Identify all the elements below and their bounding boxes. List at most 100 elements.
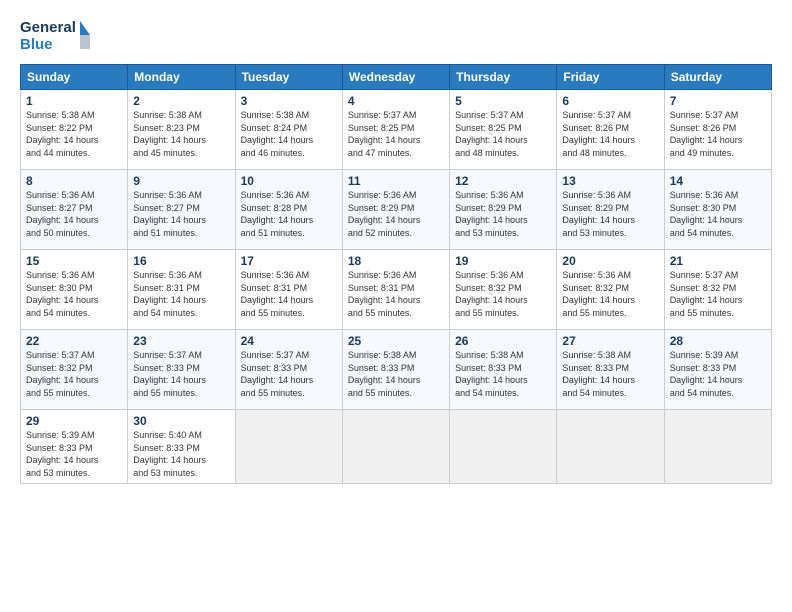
- day-number: 23: [133, 334, 229, 348]
- calendar-cell: 14Sunrise: 5:36 AMSunset: 8:30 PMDayligh…: [664, 170, 771, 250]
- day-info: Sunrise: 5:37 AMSunset: 8:25 PMDaylight:…: [455, 109, 551, 159]
- logo: General Blue: [20, 16, 90, 54]
- calendar-cell: [557, 410, 664, 484]
- day-info: Sunrise: 5:37 AMSunset: 8:33 PMDaylight:…: [241, 349, 337, 399]
- day-number: 19: [455, 254, 551, 268]
- calendar-cell: 24Sunrise: 5:37 AMSunset: 8:33 PMDayligh…: [235, 330, 342, 410]
- calendar-header-sunday: Sunday: [21, 65, 128, 90]
- day-number: 8: [26, 174, 122, 188]
- day-number: 18: [348, 254, 444, 268]
- calendar-header-monday: Monday: [128, 65, 235, 90]
- day-number: 22: [26, 334, 122, 348]
- day-number: 27: [562, 334, 658, 348]
- day-number: 9: [133, 174, 229, 188]
- page: General Blue SundayMondayTuesdayWednesda…: [0, 0, 792, 612]
- day-number: 11: [348, 174, 444, 188]
- day-info: Sunrise: 5:36 AMSunset: 8:32 PMDaylight:…: [455, 269, 551, 319]
- day-number: 28: [670, 334, 766, 348]
- day-number: 5: [455, 94, 551, 108]
- svg-text:Blue: Blue: [20, 36, 53, 53]
- day-number: 3: [241, 94, 337, 108]
- day-number: 2: [133, 94, 229, 108]
- day-info: Sunrise: 5:36 AMSunset: 8:31 PMDaylight:…: [133, 269, 229, 319]
- calendar-cell: 16Sunrise: 5:36 AMSunset: 8:31 PMDayligh…: [128, 250, 235, 330]
- day-info: Sunrise: 5:36 AMSunset: 8:31 PMDaylight:…: [348, 269, 444, 319]
- calendar-cell: 25Sunrise: 5:38 AMSunset: 8:33 PMDayligh…: [342, 330, 449, 410]
- calendar-cell: 4Sunrise: 5:37 AMSunset: 8:25 PMDaylight…: [342, 90, 449, 170]
- day-number: 24: [241, 334, 337, 348]
- calendar-header-saturday: Saturday: [664, 65, 771, 90]
- calendar-cell: [450, 410, 557, 484]
- calendar-cell: 22Sunrise: 5:37 AMSunset: 8:32 PMDayligh…: [21, 330, 128, 410]
- calendar-cell: 29Sunrise: 5:39 AMSunset: 8:33 PMDayligh…: [21, 410, 128, 484]
- day-info: Sunrise: 5:36 AMSunset: 8:30 PMDaylight:…: [26, 269, 122, 319]
- day-number: 13: [562, 174, 658, 188]
- day-number: 7: [670, 94, 766, 108]
- day-number: 15: [26, 254, 122, 268]
- calendar-cell: 26Sunrise: 5:38 AMSunset: 8:33 PMDayligh…: [450, 330, 557, 410]
- day-info: Sunrise: 5:36 AMSunset: 8:32 PMDaylight:…: [562, 269, 658, 319]
- day-info: Sunrise: 5:38 AMSunset: 8:33 PMDaylight:…: [348, 349, 444, 399]
- day-info: Sunrise: 5:38 AMSunset: 8:22 PMDaylight:…: [26, 109, 122, 159]
- calendar-header-thursday: Thursday: [450, 65, 557, 90]
- calendar-header-tuesday: Tuesday: [235, 65, 342, 90]
- day-info: Sunrise: 5:38 AMSunset: 8:23 PMDaylight:…: [133, 109, 229, 159]
- day-info: Sunrise: 5:36 AMSunset: 8:29 PMDaylight:…: [455, 189, 551, 239]
- day-number: 20: [562, 254, 658, 268]
- header: General Blue: [20, 16, 772, 54]
- day-info: Sunrise: 5:36 AMSunset: 8:27 PMDaylight:…: [26, 189, 122, 239]
- day-info: Sunrise: 5:37 AMSunset: 8:26 PMDaylight:…: [562, 109, 658, 159]
- day-number: 4: [348, 94, 444, 108]
- calendar-cell: 12Sunrise: 5:36 AMSunset: 8:29 PMDayligh…: [450, 170, 557, 250]
- day-number: 12: [455, 174, 551, 188]
- calendar-cell: 21Sunrise: 5:37 AMSunset: 8:32 PMDayligh…: [664, 250, 771, 330]
- day-info: Sunrise: 5:37 AMSunset: 8:25 PMDaylight:…: [348, 109, 444, 159]
- calendar-cell: 27Sunrise: 5:38 AMSunset: 8:33 PMDayligh…: [557, 330, 664, 410]
- calendar-cell: 23Sunrise: 5:37 AMSunset: 8:33 PMDayligh…: [128, 330, 235, 410]
- calendar-cell: 17Sunrise: 5:36 AMSunset: 8:31 PMDayligh…: [235, 250, 342, 330]
- day-info: Sunrise: 5:38 AMSunset: 8:33 PMDaylight:…: [562, 349, 658, 399]
- calendar-cell: 15Sunrise: 5:36 AMSunset: 8:30 PMDayligh…: [21, 250, 128, 330]
- logo-svg: General Blue: [20, 16, 90, 54]
- calendar-cell: 19Sunrise: 5:36 AMSunset: 8:32 PMDayligh…: [450, 250, 557, 330]
- day-info: Sunrise: 5:38 AMSunset: 8:33 PMDaylight:…: [455, 349, 551, 399]
- svg-text:General: General: [20, 19, 76, 36]
- calendar-cell: [664, 410, 771, 484]
- calendar-cell: 10Sunrise: 5:36 AMSunset: 8:28 PMDayligh…: [235, 170, 342, 250]
- day-info: Sunrise: 5:36 AMSunset: 8:29 PMDaylight:…: [348, 189, 444, 239]
- day-info: Sunrise: 5:36 AMSunset: 8:28 PMDaylight:…: [241, 189, 337, 239]
- day-info: Sunrise: 5:37 AMSunset: 8:32 PMDaylight:…: [26, 349, 122, 399]
- day-info: Sunrise: 5:36 AMSunset: 8:27 PMDaylight:…: [133, 189, 229, 239]
- calendar-cell: 30Sunrise: 5:40 AMSunset: 8:33 PMDayligh…: [128, 410, 235, 484]
- calendar-table: SundayMondayTuesdayWednesdayThursdayFrid…: [20, 64, 772, 484]
- day-number: 21: [670, 254, 766, 268]
- calendar-cell: 6Sunrise: 5:37 AMSunset: 8:26 PMDaylight…: [557, 90, 664, 170]
- day-info: Sunrise: 5:36 AMSunset: 8:29 PMDaylight:…: [562, 189, 658, 239]
- day-info: Sunrise: 5:37 AMSunset: 8:32 PMDaylight:…: [670, 269, 766, 319]
- calendar-cell: 8Sunrise: 5:36 AMSunset: 8:27 PMDaylight…: [21, 170, 128, 250]
- calendar-cell: 13Sunrise: 5:36 AMSunset: 8:29 PMDayligh…: [557, 170, 664, 250]
- day-number: 29: [26, 414, 122, 428]
- day-info: Sunrise: 5:38 AMSunset: 8:24 PMDaylight:…: [241, 109, 337, 159]
- day-number: 1: [26, 94, 122, 108]
- calendar-header-wednesday: Wednesday: [342, 65, 449, 90]
- calendar-cell: 2Sunrise: 5:38 AMSunset: 8:23 PMDaylight…: [128, 90, 235, 170]
- day-info: Sunrise: 5:39 AMSunset: 8:33 PMDaylight:…: [26, 429, 122, 479]
- calendar-header-row: SundayMondayTuesdayWednesdayThursdayFrid…: [21, 65, 772, 90]
- day-number: 16: [133, 254, 229, 268]
- calendar-header-friday: Friday: [557, 65, 664, 90]
- day-number: 14: [670, 174, 766, 188]
- calendar-cell: 28Sunrise: 5:39 AMSunset: 8:33 PMDayligh…: [664, 330, 771, 410]
- calendar-cell: 7Sunrise: 5:37 AMSunset: 8:26 PMDaylight…: [664, 90, 771, 170]
- day-number: 10: [241, 174, 337, 188]
- calendar-cell: 20Sunrise: 5:36 AMSunset: 8:32 PMDayligh…: [557, 250, 664, 330]
- day-number: 17: [241, 254, 337, 268]
- day-number: 26: [455, 334, 551, 348]
- day-info: Sunrise: 5:36 AMSunset: 8:30 PMDaylight:…: [670, 189, 766, 239]
- calendar-cell: 5Sunrise: 5:37 AMSunset: 8:25 PMDaylight…: [450, 90, 557, 170]
- day-info: Sunrise: 5:37 AMSunset: 8:33 PMDaylight:…: [133, 349, 229, 399]
- day-info: Sunrise: 5:40 AMSunset: 8:33 PMDaylight:…: [133, 429, 229, 479]
- calendar-cell: 11Sunrise: 5:36 AMSunset: 8:29 PMDayligh…: [342, 170, 449, 250]
- day-info: Sunrise: 5:36 AMSunset: 8:31 PMDaylight:…: [241, 269, 337, 319]
- day-number: 30: [133, 414, 229, 428]
